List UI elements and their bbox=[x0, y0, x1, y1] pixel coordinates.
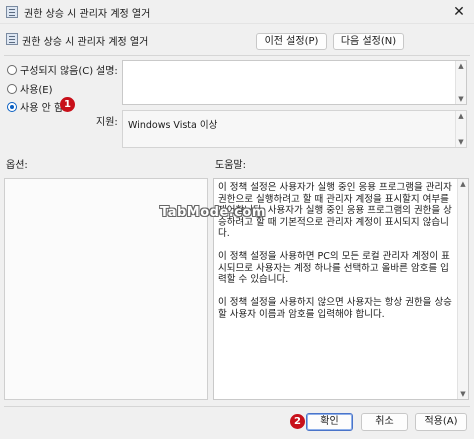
step-badge-2: 2 bbox=[290, 414, 305, 429]
supported-scrollbar[interactable]: ▲ ▼ bbox=[455, 111, 466, 147]
supported-on-box: Windows Vista 이상 ▲ ▼ bbox=[122, 110, 467, 148]
scroll-down-icon[interactable]: ▼ bbox=[456, 137, 466, 147]
policy-setting-title: 권한 상승 시 관리자 계정 열거 bbox=[22, 37, 149, 48]
ok-button[interactable]: 확인 bbox=[306, 413, 353, 431]
comment-scrollbar[interactable]: ▲ ▼ bbox=[455, 61, 466, 104]
radio-label: 구성되지 않음(C) bbox=[20, 66, 94, 77]
scroll-up-icon[interactable]: ▲ bbox=[456, 61, 466, 71]
watermark-logo: TabMode.com bbox=[160, 205, 266, 220]
radio-label: 사용 안 함 bbox=[20, 103, 64, 114]
apply-button[interactable]: 적용(A) bbox=[415, 413, 467, 431]
comment-label: 설명: bbox=[96, 66, 118, 77]
step-badge-1: 1 bbox=[60, 97, 75, 112]
supported-label: 지원: bbox=[96, 117, 118, 128]
radio-circle-selected[interactable] bbox=[7, 102, 17, 112]
next-setting-button[interactable]: 다음 설정(N) bbox=[333, 33, 404, 50]
help-label: 도움말: bbox=[215, 160, 246, 171]
header-separator bbox=[4, 55, 470, 56]
footer-separator bbox=[4, 406, 470, 407]
help-scrollbar[interactable]: ▲ ▼ bbox=[457, 179, 468, 399]
scroll-up-icon[interactable]: ▲ bbox=[458, 179, 468, 189]
radio-disabled[interactable]: 사용 안 함 bbox=[7, 99, 64, 114]
policy-setting-icon bbox=[6, 33, 18, 45]
radio-circle[interactable] bbox=[7, 84, 17, 94]
radio-circle[interactable] bbox=[7, 65, 17, 75]
scroll-up-icon[interactable]: ▲ bbox=[456, 111, 466, 121]
options-label: 옵션: bbox=[6, 160, 28, 171]
radio-enabled[interactable]: 사용(E) bbox=[7, 81, 53, 96]
supported-value: Windows Vista 이상 bbox=[128, 120, 218, 131]
window-title: 권한 상승 시 관리자 계정 열거 bbox=[24, 9, 151, 20]
radio-not-configured[interactable]: 구성되지 않음(C) bbox=[7, 62, 94, 77]
cancel-button[interactable]: 취소 bbox=[361, 413, 408, 431]
radio-label: 사용(E) bbox=[20, 85, 53, 96]
help-text: 이 정책 설정은 사용자가 실행 중인 응용 프로그램을 관리자 권한으로 실행… bbox=[218, 182, 452, 320]
policy-window-icon bbox=[6, 6, 18, 18]
comment-textbox[interactable]: ▲ ▼ bbox=[122, 60, 467, 105]
scroll-down-icon[interactable]: ▼ bbox=[456, 94, 466, 104]
previous-setting-button[interactable]: 이전 설정(P) bbox=[256, 33, 327, 50]
scroll-down-icon[interactable]: ▼ bbox=[458, 389, 468, 399]
close-button[interactable]: ✕ bbox=[444, 0, 474, 24]
